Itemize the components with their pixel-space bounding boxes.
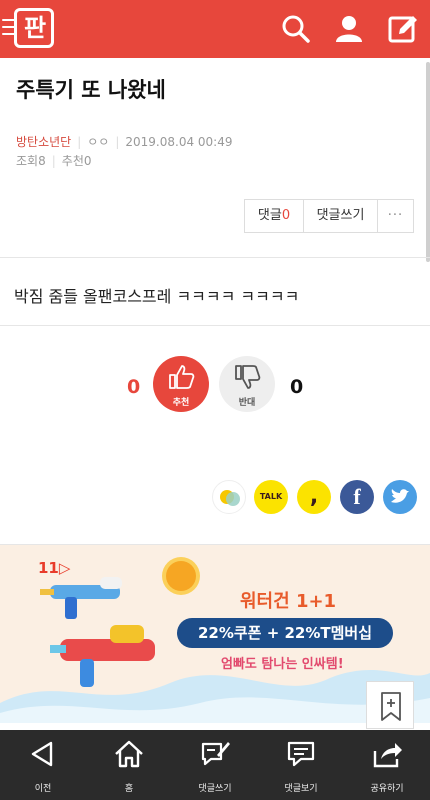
nav-label: 댓글보기 — [284, 784, 318, 794]
post-stats: 조회8 | 추천0 — [16, 154, 92, 168]
logo[interactable]: 판 — [14, 8, 54, 48]
twitter-icon[interactable] — [383, 480, 417, 514]
downvote-label: 반대 — [238, 398, 256, 408]
nav-view-comments[interactable]: 댓글보기 — [258, 730, 344, 800]
write-comment-icon — [201, 742, 230, 766]
downvote-button[interactable]: 반대 — [219, 356, 275, 412]
home-icon — [115, 740, 143, 768]
water-gun-image — [40, 577, 122, 619]
nav-label: 이전 — [34, 784, 52, 794]
nav-label: 댓글쓰기 — [198, 784, 232, 794]
nav-back[interactable]: 이전 — [0, 730, 86, 800]
nav-write-comment[interactable]: 댓글쓰기 — [172, 730, 258, 800]
views-label: 조회 — [16, 154, 39, 168]
user-icon[interactable] — [333, 13, 365, 45]
post-action-bar: 댓글0 댓글쓰기 ··· — [244, 199, 414, 233]
downvote-count: 0 — [290, 376, 304, 398]
thumbs-up-icon — [169, 365, 195, 389]
ad-title: 워터건 1+1 — [240, 591, 337, 612]
thumbs-down-icon — [235, 365, 261, 389]
share-icon — [373, 743, 402, 768]
upvote-count: 0 — [127, 376, 141, 398]
post-author[interactable]: 방탄소년단 — [16, 135, 71, 149]
views-count: 8 — [38, 154, 46, 168]
back-icon — [31, 741, 53, 767]
comments-count: 0 — [281, 208, 291, 223]
more-button[interactable]: ··· — [378, 200, 413, 232]
post-emoji: ㅇㅇ — [87, 135, 110, 149]
divider — [0, 325, 430, 326]
write-comment-button[interactable]: 댓글쓰기 — [304, 200, 378, 232]
recommends-label: 추천 — [61, 154, 84, 168]
kakaotalk-icon[interactable]: TALK — [254, 480, 288, 514]
search-icon[interactable] — [280, 13, 312, 45]
nav-share[interactable]: 공유하기 — [344, 730, 430, 800]
upvote-button[interactable]: 추천 — [153, 356, 209, 412]
write-icon[interactable] — [387, 13, 419, 45]
comments-button[interactable]: 댓글0 — [245, 200, 304, 232]
upvote-label: 추천 — [172, 398, 190, 408]
divider — [0, 257, 430, 258]
facebook-icon[interactable]: f — [340, 480, 374, 514]
kakao-icon[interactable]: , — [297, 480, 331, 514]
comments-label: 댓글 — [257, 208, 282, 223]
post-date: 2019.08.04 00:49 — [125, 135, 233, 149]
nav-home[interactable]: 홈 — [86, 730, 172, 800]
view-comment-icon — [287, 741, 315, 767]
sun-icon — [166, 561, 196, 591]
nav-label: 홈 — [124, 784, 134, 794]
post-meta: 방탄소년단 | ㅇㅇ | 2019.08.04 00:49 — [16, 135, 233, 149]
bottom-nav: 이전 홈 댓글쓰기 댓글보기 공유하기 — [0, 730, 430, 800]
post-title: 주특기 또 나왔네 — [16, 78, 166, 102]
post-body: 박짐 줌들 올팬코스프레 ㅋㅋㅋㅋ ㅋㅋㅋㅋ — [14, 287, 300, 306]
top-bar: 판 — [0, 0, 430, 58]
ad-coupon-pill: 22%쿠폰 + 22%T멤버십 — [177, 618, 393, 648]
recommends-count: 0 — [83, 154, 92, 168]
nav-label: 공유하기 — [370, 784, 404, 794]
bookmark-button[interactable] — [366, 681, 414, 729]
scrollbar[interactable] — [426, 62, 430, 262]
kakaostory-icon[interactable] — [212, 480, 246, 514]
